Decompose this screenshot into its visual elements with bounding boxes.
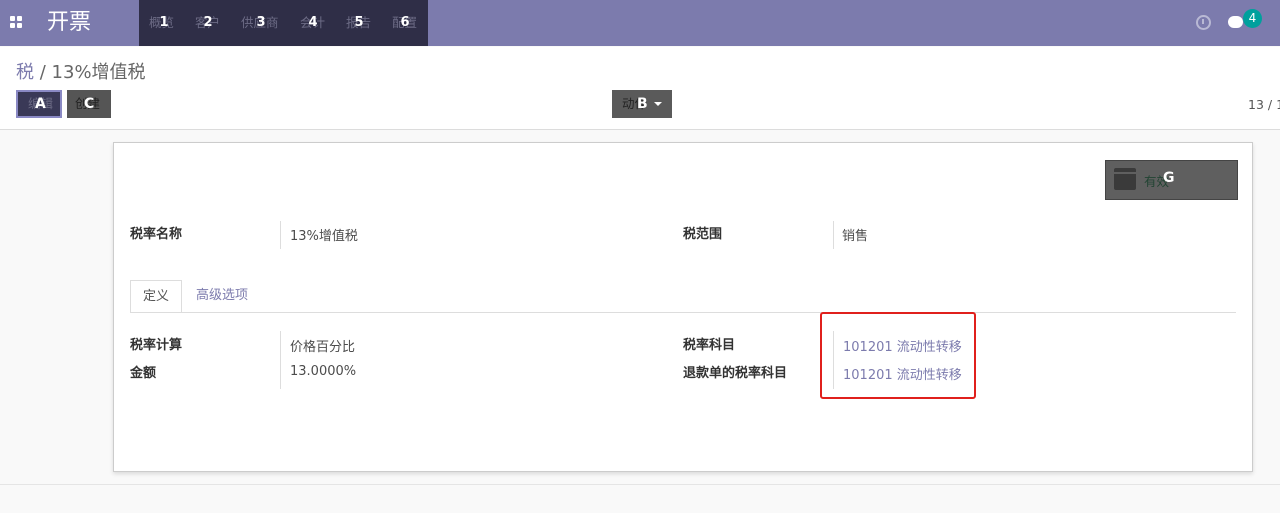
tax-computation-field[interactable]: 价格百分比 (290, 336, 355, 355)
menu-badge: 5 (354, 15, 364, 30)
top-navbar: 开票 概览 1 客户 2 供应商 3 会计 4 报告 5 配置 6 4 (0, 0, 1280, 46)
create-button-badge: C (84, 96, 95, 112)
edit-button[interactable]: 编辑 A (16, 90, 62, 118)
messages-count-badge: 4 (1243, 9, 1262, 28)
breadcrumb-parent-link[interactable]: 税 (16, 62, 34, 83)
breadcrumb-current: 13%增值税 (51, 62, 146, 83)
menu-badge: 2 (203, 15, 213, 30)
tax-name-field[interactable]: 13%增值税 (290, 225, 358, 244)
action-button-badge: B (637, 96, 648, 112)
breadcrumb: 税 / 13%增值税 (16, 58, 146, 84)
action-dropdown-button[interactable]: 动作 B (612, 90, 672, 118)
archive-icon (1114, 168, 1136, 190)
footer-divider (0, 484, 1280, 485)
tax-name-label: 税率名称 (130, 227, 183, 242)
tax-computation-label: 税率计算 (130, 338, 183, 353)
field-divider (280, 331, 281, 389)
activity-clock-icon[interactable] (1196, 15, 1211, 30)
apps-grid-icon[interactable] (10, 16, 23, 29)
menu-badge: 6 (400, 15, 410, 30)
menu-badge: 1 (159, 15, 169, 30)
chevron-down-icon (654, 102, 662, 106)
tab-definition[interactable]: 定义 (130, 280, 183, 313)
tab-advanced-options[interactable]: 高级选项 (184, 280, 260, 313)
menu-badge: 3 (256, 15, 266, 30)
form-sheet: 有效 G 税率名称 13%增值税 税范围 销售 定义 高级选项 税率计算 金额 … (113, 142, 1253, 472)
field-divider (280, 221, 281, 249)
control-panel: 税 / 13%增值税 编辑 A 创建 C 动作 B 13 / 1 (0, 47, 1280, 130)
tax-scope-field[interactable]: 销售 (842, 225, 868, 244)
menu-badge: 4 (308, 15, 318, 30)
create-button[interactable]: 创建 C (67, 90, 111, 118)
tabs-divider (130, 312, 1236, 313)
edit-button-badge: A (35, 96, 46, 112)
amount-field[interactable]: 13.0000% (290, 364, 356, 379)
field-divider (833, 221, 834, 249)
active-toggle-button[interactable]: 有效 G (1105, 160, 1238, 200)
breadcrumb-separator: / (39, 62, 46, 83)
pager-value[interactable]: 13 / 1 (1248, 97, 1280, 112)
active-button-badge: G (1163, 170, 1175, 186)
main-menu: 概览 1 客户 2 供应商 3 会计 4 报告 5 配置 6 (139, 0, 428, 46)
highlight-annotation-box (820, 312, 976, 399)
refund-tax-account-label: 退款单的税率科目 (683, 366, 788, 381)
tax-scope-label: 税范围 (683, 227, 723, 242)
chat-icon[interactable] (1228, 16, 1243, 28)
tax-account-label: 税率科目 (683, 338, 736, 353)
amount-label: 金额 (130, 366, 157, 381)
app-title: 开票 (47, 10, 92, 35)
